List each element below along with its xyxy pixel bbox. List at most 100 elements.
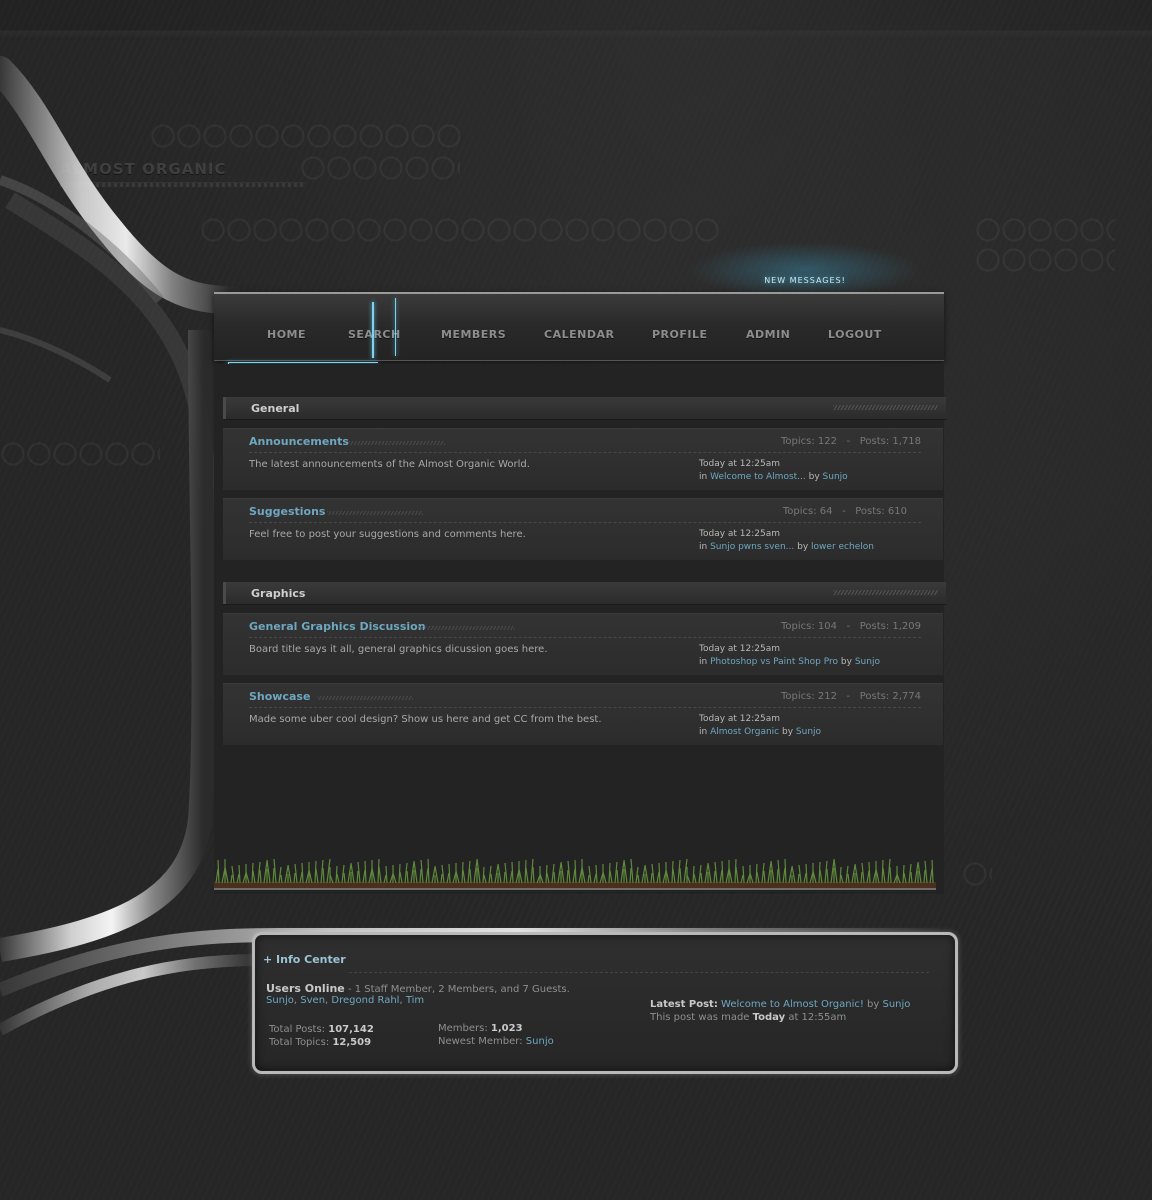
category-header-general[interactable]: General (223, 397, 946, 419)
grass-blade (735, 866, 739, 884)
members-label: Members: (438, 1023, 488, 1034)
latest-post-link[interactable]: Welcome to Almost Organic! (721, 999, 864, 1010)
last-post-time: Today at 12:25am (699, 714, 781, 724)
last-post-user-link[interactable]: Sunjo (823, 472, 848, 482)
info-center-title[interactable]: + Info Center (263, 953, 346, 966)
last-post-thread-link[interactable]: Sunjo pwns sven... (710, 542, 794, 552)
grass-blade (322, 867, 325, 884)
nav-logout[interactable]: LOGOUT (828, 328, 882, 341)
forum-row-general-graphics: General Graphics Discussion Topics: 104 … (223, 613, 943, 675)
grass-blade (511, 861, 514, 884)
total-posts: Total Posts: 107,142 (269, 1024, 374, 1035)
grass-blade (595, 864, 598, 884)
grass-blade (399, 871, 403, 884)
nav-admin[interactable]: ADMIN (746, 328, 790, 341)
last-post-info: Today at 12:25am in Welcome to Almost...… (699, 458, 848, 484)
online-user-link[interactable]: Dregond Rahl (331, 995, 399, 1006)
grass-blade (782, 867, 786, 884)
last-post-thread-link[interactable]: Welcome to Almost... (710, 472, 806, 482)
forum-name-stripes (317, 696, 413, 700)
nav-profile[interactable]: PROFILE (652, 328, 708, 341)
grass-blade (847, 873, 850, 884)
online-user-link[interactable]: Sven (300, 995, 325, 1006)
last-post-time: Today at 12:25am (699, 529, 781, 539)
last-post-thread-link[interactable]: Photoshop vs Paint Shop Pro (710, 657, 838, 667)
online-user-link[interactable]: Tim (406, 995, 424, 1006)
post-made-day: Today (752, 1012, 786, 1023)
grass-blade (740, 874, 744, 884)
new-messages-link[interactable]: NEW MESSAGES! (720, 268, 890, 294)
forum-stats: Topics: 64 - Posts: 610 (782, 506, 907, 517)
grass-blade (440, 873, 443, 884)
last-post-user-link[interactable]: lower echelon (811, 542, 874, 552)
last-post-info: Today at 12:25am in Sunjo pwns sven... b… (699, 528, 874, 554)
last-post-user-link[interactable]: Sunjo (796, 727, 821, 737)
posts-count: Posts: 1,209 (859, 621, 921, 632)
grass-blade (427, 858, 430, 884)
nav-search[interactable]: SEARCH (348, 328, 401, 341)
nav-home[interactable]: HOME (267, 328, 306, 341)
posts-count: Posts: 1,718 (859, 436, 921, 447)
category-header-graphics[interactable]: Graphics (223, 582, 946, 604)
grass-blade (629, 867, 632, 884)
grass-blade (839, 866, 842, 884)
grass-blade (553, 871, 556, 884)
newest-member: Newest Member: Sunjo (438, 1036, 554, 1047)
forum-link[interactable]: Showcase (249, 690, 310, 703)
grass-blade (378, 866, 382, 884)
grass-blade (419, 868, 422, 884)
grass-blade (546, 872, 550, 884)
users-online-summary: - 1 Staff Member, 2 Members, and 7 Guest… (347, 984, 570, 995)
grass-blade (679, 867, 682, 884)
last-post-by: by (782, 727, 794, 737)
last-post-in: in (699, 657, 708, 667)
nav-calendar[interactable]: CALENDAR (544, 328, 614, 341)
grass-blade (425, 867, 429, 884)
last-post-in: in (699, 472, 708, 482)
grass-blade (280, 874, 283, 884)
grass-blade (929, 868, 933, 884)
total-topics: Total Topics: 12,509 (269, 1037, 371, 1048)
forum-stats: Topics: 122 - Posts: 1,718 (781, 436, 921, 447)
grass-blade (446, 872, 450, 884)
main-navbar: HOME SEARCH MEMBERS CALENDAR PROFILE ADM… (214, 292, 944, 361)
last-post-thread-link[interactable]: Almost Organic (710, 727, 779, 737)
forum-link[interactable]: Announcements (249, 435, 349, 448)
grass-blade (469, 868, 472, 884)
forum-link[interactable]: General Graphics Discussion (249, 620, 426, 633)
grass-blade (719, 869, 723, 884)
grass-blade (362, 869, 366, 884)
grass-blade (524, 859, 527, 884)
grass-blade (903, 872, 907, 884)
grass-blade (462, 869, 466, 884)
nav-members[interactable]: MEMBERS (441, 328, 506, 341)
latest-post-user-link[interactable]: Sunjo (883, 999, 911, 1010)
lightning-crack (372, 302, 374, 358)
grass-blade (609, 870, 613, 884)
online-user-link[interactable]: Sunjo (266, 995, 294, 1006)
grass-blade (448, 863, 451, 884)
grass-blade (343, 872, 346, 884)
forum-divider (249, 452, 921, 453)
forum-link[interactable]: Suggestions (249, 505, 325, 518)
grass-blade (616, 869, 619, 884)
grass-blade (700, 872, 703, 884)
forum-stats: Topics: 212 - Posts: 2,774 (781, 691, 921, 702)
grass-blade (819, 869, 823, 884)
grass-blade (490, 873, 493, 884)
grass-blade (252, 870, 256, 884)
grass-blade (742, 865, 745, 884)
latest-post-label: Latest Post: (650, 999, 718, 1010)
grass-blade (532, 866, 535, 884)
grass-blade (713, 870, 716, 884)
grass-blade (441, 864, 445, 884)
grass-blade (868, 861, 871, 884)
last-post-user-link[interactable]: Sunjo (855, 657, 880, 667)
category-title: Graphics (251, 587, 306, 600)
newest-member-link[interactable]: Sunjo (526, 1036, 554, 1047)
members-count: Members: 1,023 (438, 1023, 523, 1034)
grass-blade (923, 869, 926, 884)
post-made-line: This post was made Today at 12:55am (650, 1012, 846, 1023)
forum-row-announcements: Announcements Topics: 122 - Posts: 1,718… (223, 428, 943, 490)
lightning-crack (228, 362, 378, 363)
